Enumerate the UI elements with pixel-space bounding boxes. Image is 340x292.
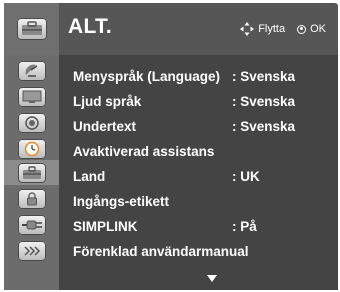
category-sidebar: [4, 55, 59, 290]
menu-item-label: Land: [73, 169, 106, 184]
menu-item-disability-assistance[interactable]: Avaktiverad assistans: [73, 139, 338, 164]
category-time[interactable]: [4, 136, 59, 161]
menu-item-label: Ljud språk: [73, 94, 142, 109]
menu-item-label: Avaktiverad assistans: [73, 144, 215, 159]
toolbox-icon: [17, 162, 46, 183]
menu-item-value: : På: [232, 219, 257, 234]
plug-icon: [17, 214, 46, 235]
menu-item-label: Förenklad användarmanual: [73, 244, 249, 259]
speaker-icon: [17, 112, 46, 133]
menu-item-simplink[interactable]: SIMPLINK : På: [73, 214, 338, 239]
menu-item-country[interactable]: Land : UK: [73, 164, 338, 189]
clock-icon: [17, 138, 46, 159]
guide-icon: [17, 240, 46, 261]
directional-pad-icon: [240, 22, 255, 36]
menu-item-subtitle[interactable]: Undertext : Svenska: [73, 114, 338, 139]
menu-item-label: Ingångs-etikett: [73, 194, 170, 209]
menu-item-value: : Svenska: [232, 94, 296, 109]
hint-move-label: Flytta: [258, 23, 286, 35]
menu-item-value: : Svenska: [232, 119, 296, 134]
header-category-icon-cell: [4, 3, 59, 55]
menu-item-label: Menyspråk (Language): [73, 69, 221, 84]
menu-item-value: : UK: [232, 169, 260, 184]
menu-item-audio-language[interactable]: Ljud språk : Svenska: [73, 89, 338, 114]
ok-button-icon: [297, 24, 307, 34]
menu-item-menu-language[interactable]: Menyspråk (Language) : Svenska: [73, 64, 338, 89]
menu-item-simple-manual[interactable]: Förenklad användarmanual: [73, 239, 338, 264]
menu-item-label: Undertext: [73, 119, 137, 134]
screen-icon: [17, 86, 46, 107]
category-channel-setup[interactable]: [4, 58, 59, 83]
category-picture[interactable]: [4, 84, 59, 109]
scroll-down-arrow-icon[interactable]: [207, 275, 217, 282]
satellite-dish-icon: [17, 60, 46, 81]
menu-item-label: SIMPLINK: [73, 219, 138, 234]
osd-menu-window: ALT. Flytta OK Menyspråk (Language): Sv…: [4, 3, 338, 290]
menu-title: ALT.: [68, 15, 112, 38]
lock-icon: [17, 188, 46, 209]
category-input[interactable]: [4, 212, 59, 237]
category-guide[interactable]: [4, 238, 59, 263]
menu-item-input-label[interactable]: Ingångs-etikett: [73, 189, 338, 214]
option-menu-list: Menyspråk (Language) : Svenska Ljud språ…: [59, 55, 338, 290]
category-lock[interactable]: [4, 186, 59, 211]
menu-item-value: : Svenska: [232, 69, 296, 84]
toolbox-icon: [16, 18, 47, 40]
hint-ok-label: OK: [310, 23, 326, 35]
category-audio[interactable]: [4, 110, 59, 135]
category-option[interactable]: [4, 160, 59, 185]
navigation-hints: Flytta OK: [240, 22, 326, 36]
